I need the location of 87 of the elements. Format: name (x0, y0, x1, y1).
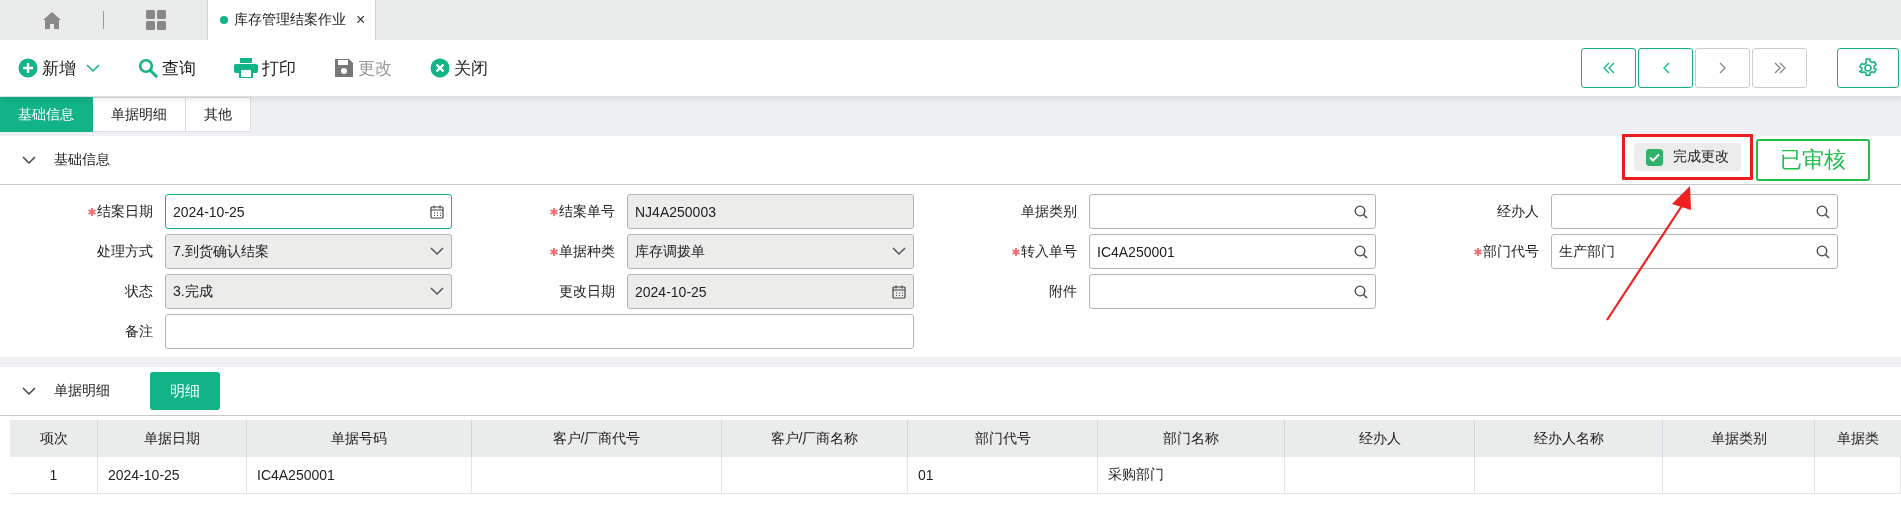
required-icon (88, 207, 96, 216)
search-icon (138, 58, 158, 78)
field-label: 附件 (1049, 282, 1077, 301)
search-icon[interactable] (1354, 284, 1368, 299)
table-cell: 2024-10-25 (98, 457, 247, 494)
field-label: 经办人 (1497, 202, 1539, 221)
check-icon (1649, 152, 1660, 162)
lookup-field[interactable]: IC4A250001 (1089, 234, 1376, 269)
settings-button[interactable] (1837, 48, 1899, 88)
calendar-icon (892, 284, 906, 299)
remark-field[interactable] (165, 314, 914, 349)
column-header: 单据号码 (247, 420, 472, 457)
chevron-down-icon (430, 247, 444, 256)
dropdown[interactable]: 3.完成 (165, 274, 452, 309)
field-label: 转入单号 (1021, 242, 1077, 261)
column-header: 客户/厂商名称 (722, 420, 908, 457)
required-icon (1012, 247, 1020, 256)
lookup-field[interactable] (1551, 194, 1838, 229)
date-field[interactable]: 2024-10-25 (165, 194, 452, 229)
lookup-field[interactable] (1089, 194, 1376, 229)
date-field[interactable]: 2024-10-25 (627, 274, 914, 309)
text-field[interactable]: NJ4A250003 (627, 194, 914, 229)
checkbox[interactable]: 完成更改 (1634, 143, 1741, 171)
search-icon[interactable] (1816, 244, 1830, 259)
search-icon[interactable] (1816, 204, 1830, 219)
table-cell: 采购部门 (1098, 457, 1285, 494)
toolbar-button[interactable]: 查询 (138, 56, 196, 80)
close-circle-icon (430, 58, 450, 78)
page-tab[interactable]: 单据明细 (93, 97, 186, 132)
field-label: 状态 (125, 282, 153, 301)
toolbar-button[interactable]: 打印 (234, 56, 296, 80)
field-label: 单据种类 (559, 242, 615, 261)
chevron-down-icon (86, 63, 100, 73)
document-tab[interactable]: 库存管理结案作业 × (207, 0, 377, 40)
section-title: 单据明细 (54, 382, 110, 400)
nav-button[interactable] (1581, 48, 1636, 88)
required-icon (550, 247, 558, 256)
field-label: 更改日期 (559, 282, 615, 301)
calendar-icon (430, 204, 444, 219)
column-header: 单据类 (1815, 420, 1901, 457)
column-header: 部门代号 (908, 420, 1098, 457)
lookup-field[interactable] (1089, 274, 1376, 309)
double-chevron-right-icon (1772, 62, 1787, 74)
field-label: 处理方式 (97, 242, 153, 261)
close-icon[interactable]: × (356, 11, 366, 29)
toolbar-button[interactable]: 新增 (18, 56, 100, 80)
nav-button[interactable] (1638, 48, 1693, 88)
double-chevron-left-icon (1601, 62, 1616, 74)
tab-title: 库存管理结案作业 (234, 11, 346, 29)
field-label: 结案单号 (559, 202, 615, 221)
printer-icon (234, 58, 258, 78)
dropdown[interactable]: 库存调拨单 (627, 234, 914, 269)
column-header: 单据类别 (1663, 420, 1815, 457)
chevron-down-icon (22, 387, 36, 396)
column-header: 部门名称 (1098, 420, 1285, 457)
lookup-field[interactable]: 生产部门 (1551, 234, 1838, 269)
field-label: 单据类别 (1021, 202, 1077, 221)
chevron-down-icon (892, 247, 906, 256)
plus-circle-icon (18, 58, 38, 78)
field-label: 结案日期 (97, 202, 153, 221)
table-cell: 01 (908, 457, 1098, 494)
page-tab[interactable]: 其他 (186, 97, 251, 132)
search-icon[interactable] (1354, 204, 1368, 219)
required-icon (1474, 247, 1482, 256)
settings-icon (1858, 58, 1878, 78)
toolbar-button[interactable]: 关闭 (430, 56, 488, 80)
dropdown[interactable]: 7.到货确认结案 (165, 234, 452, 269)
chevron-left-icon (1661, 62, 1670, 74)
chevron-right-icon (1718, 62, 1727, 74)
table-cell: IC4A250001 (247, 457, 472, 494)
grid-icon[interactable] (145, 10, 166, 30)
chevron-down-icon (22, 156, 36, 165)
column-header: 经办人名称 (1475, 420, 1663, 457)
home-icon[interactable] (42, 11, 61, 29)
field-label: 备注 (125, 322, 153, 341)
required-icon (550, 207, 558, 216)
column-header: 项次 (10, 420, 98, 457)
column-header: 客户/厂商代号 (472, 420, 722, 457)
chevron-down-icon (430, 287, 444, 296)
status-stamp: 已审核 (1756, 139, 1870, 181)
table-cell: 1 (10, 457, 98, 494)
column-header: 单据日期 (98, 420, 247, 457)
active-dot (220, 16, 228, 24)
column-header: 经办人 (1285, 420, 1475, 457)
field-label: 部门代号 (1483, 242, 1539, 261)
section-title: 基础信息 (54, 151, 110, 169)
search-icon[interactable] (1354, 244, 1368, 259)
